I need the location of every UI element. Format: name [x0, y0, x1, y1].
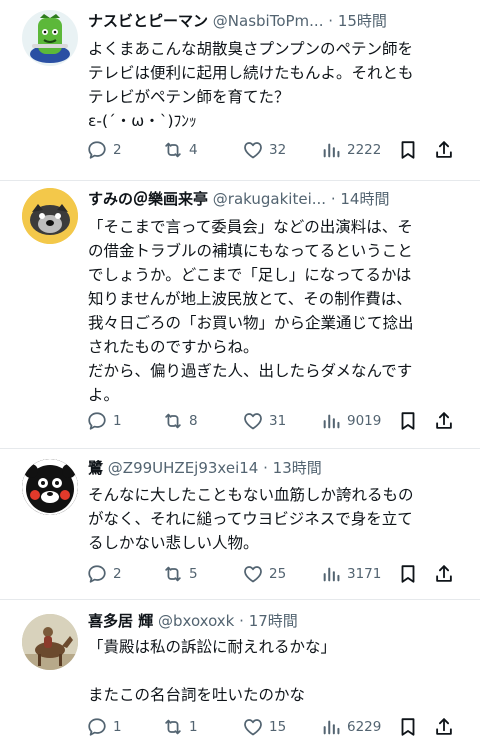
retweet-count: 5 — [189, 566, 198, 582]
retweet-count: 1 — [189, 719, 198, 735]
display-name[interactable]: 喜多居 輝 — [88, 612, 153, 630]
share-button[interactable] — [433, 716, 460, 738]
separator-dot: · — [330, 190, 336, 208]
bookmark-icon — [397, 716, 419, 738]
share-button[interactable] — [433, 139, 460, 161]
bookmark-button[interactable] — [397, 716, 424, 738]
reply-icon — [86, 716, 108, 738]
bookmark-icon — [397, 139, 419, 161]
retweet-button[interactable]: 8 — [162, 410, 198, 432]
view-count: 3171 — [347, 566, 382, 582]
bookmark-icon — [397, 410, 419, 432]
heart-icon — [242, 563, 264, 585]
display-name[interactable]: ナスビとピーマン — [88, 12, 208, 30]
retweet-icon — [162, 410, 184, 432]
like-button[interactable]: 32 — [242, 139, 286, 161]
avatar[interactable] — [22, 188, 78, 244]
reply-icon — [86, 410, 108, 432]
reply-button[interactable]: 1 — [86, 410, 122, 432]
heart-icon — [242, 716, 264, 738]
view-count: 9019 — [347, 413, 382, 429]
avatar[interactable] — [22, 10, 78, 66]
retweet-icon — [162, 563, 184, 585]
views-chart-icon — [320, 410, 342, 432]
like-button[interactable]: 15 — [242, 716, 286, 738]
eggplant-pepper-avatar-image — [30, 14, 70, 63]
separator-dot: · — [263, 459, 268, 477]
reply-icon — [86, 139, 108, 161]
timestamp[interactable]: 17時間 — [249, 612, 298, 630]
views-chart-icon — [320, 139, 342, 161]
view-count: 2222 — [347, 142, 382, 158]
reply-button[interactable]: 1 — [86, 716, 122, 738]
reply-count: 1 — [113, 413, 122, 429]
share-icon — [433, 410, 455, 432]
avatar[interactable] — [22, 459, 78, 515]
timestamp[interactable]: 13時間 — [273, 459, 322, 477]
avatar[interactable] — [22, 614, 78, 670]
retweet-button[interactable]: 1 — [162, 716, 198, 738]
views-chart-icon — [320, 716, 342, 738]
tweet-text: 「貴殿は私の訴訟に耐えれるかな」 またこの名台詞を吐いたのかな — [88, 638, 337, 704]
bookmark-button[interactable] — [397, 410, 424, 432]
views-button[interactable]: 9019 — [320, 410, 381, 432]
views-chart-icon — [320, 563, 342, 585]
bear-mascot-avatar-image — [22, 459, 78, 515]
heart-icon — [242, 410, 264, 432]
like-count: 15 — [269, 719, 287, 735]
share-icon — [433, 716, 455, 738]
like-count: 32 — [269, 142, 287, 158]
retweet-button[interactable]: 5 — [162, 563, 198, 585]
tweet-text: 「そこまで言って委員会」などの出演料は、そ の借金トラブルの補填にもなってるとい… — [88, 218, 414, 404]
view-count: 6229 — [347, 719, 382, 735]
user-handle[interactable]: @rakugakitei... — [213, 190, 326, 208]
share-icon — [433, 563, 455, 585]
views-button[interactable]: 6229 — [320, 716, 381, 738]
reply-icon — [86, 563, 108, 585]
views-button[interactable]: 3171 — [320, 563, 381, 585]
views-button[interactable]: 2222 — [320, 139, 381, 161]
separator-dot: · — [328, 12, 334, 30]
reply-button[interactable]: 2 — [86, 139, 122, 161]
retweet-button[interactable]: 4 — [162, 139, 198, 161]
tweet[interactable]: ナスビとピーマン @NasbiToPm... · 15時間 よくまあこんな胡散臭… — [0, 0, 480, 181]
share-button[interactable] — [433, 410, 460, 432]
like-count: 31 — [269, 413, 287, 429]
tweet[interactable]: 喜多居 輝 @bxoxoxk · 17時間 「貴殿は私の訴訟に耐えれるかな」 ま… — [0, 599, 480, 747]
tweet[interactable]: すみの＠樂画来亭 @rakugakitei... · 14時間 「そこまで言って… — [0, 180, 480, 449]
retweet-icon — [162, 139, 184, 161]
like-button[interactable]: 25 — [242, 563, 286, 585]
reply-count: 2 — [113, 142, 122, 158]
share-button[interactable] — [433, 563, 460, 585]
like-button[interactable]: 31 — [242, 410, 286, 432]
reply-button[interactable]: 2 — [86, 563, 122, 585]
retweet-count: 4 — [189, 142, 198, 158]
tweet-text: よくまあこんな胡散臭さプンプンのペテン師を テレビは便利に起用し続けたもんよ。そ… — [88, 40, 414, 130]
reply-count: 1 — [113, 719, 122, 735]
share-icon — [433, 139, 455, 161]
like-count: 25 — [269, 566, 287, 582]
display-name[interactable]: 鷺 — [88, 459, 103, 477]
retweet-icon — [162, 716, 184, 738]
reply-count: 2 — [113, 566, 122, 582]
bookmark-button[interactable] — [397, 139, 424, 161]
dog-avatar-image — [22, 188, 78, 244]
user-handle[interactable]: @Z99UHZEj93xei14 — [108, 459, 259, 477]
bookmark-icon — [397, 563, 419, 585]
display-name[interactable]: すみの＠樂画来亭 — [88, 190, 208, 208]
tweet[interactable]: 鷺 @Z99UHZEj93xei14 · 13時間 そんなに大したこともない血筋… — [0, 448, 480, 600]
timestamp[interactable]: 15時間 — [338, 12, 387, 30]
retweet-count: 8 — [189, 413, 198, 429]
bookmark-button[interactable] — [397, 563, 424, 585]
tweet-text: そんなに大したこともない血筋しか誇れるもの がなく、それに縋ってウヨビジネスで身… — [88, 486, 414, 552]
user-handle[interactable]: @bxoxoxk — [158, 612, 234, 630]
separator-dot: · — [239, 612, 244, 630]
user-handle[interactable]: @NasbiToPm... — [213, 12, 324, 30]
heart-icon — [242, 139, 264, 161]
timestamp[interactable]: 14時間 — [340, 190, 389, 208]
horse-rider-avatar-image — [22, 614, 78, 670]
